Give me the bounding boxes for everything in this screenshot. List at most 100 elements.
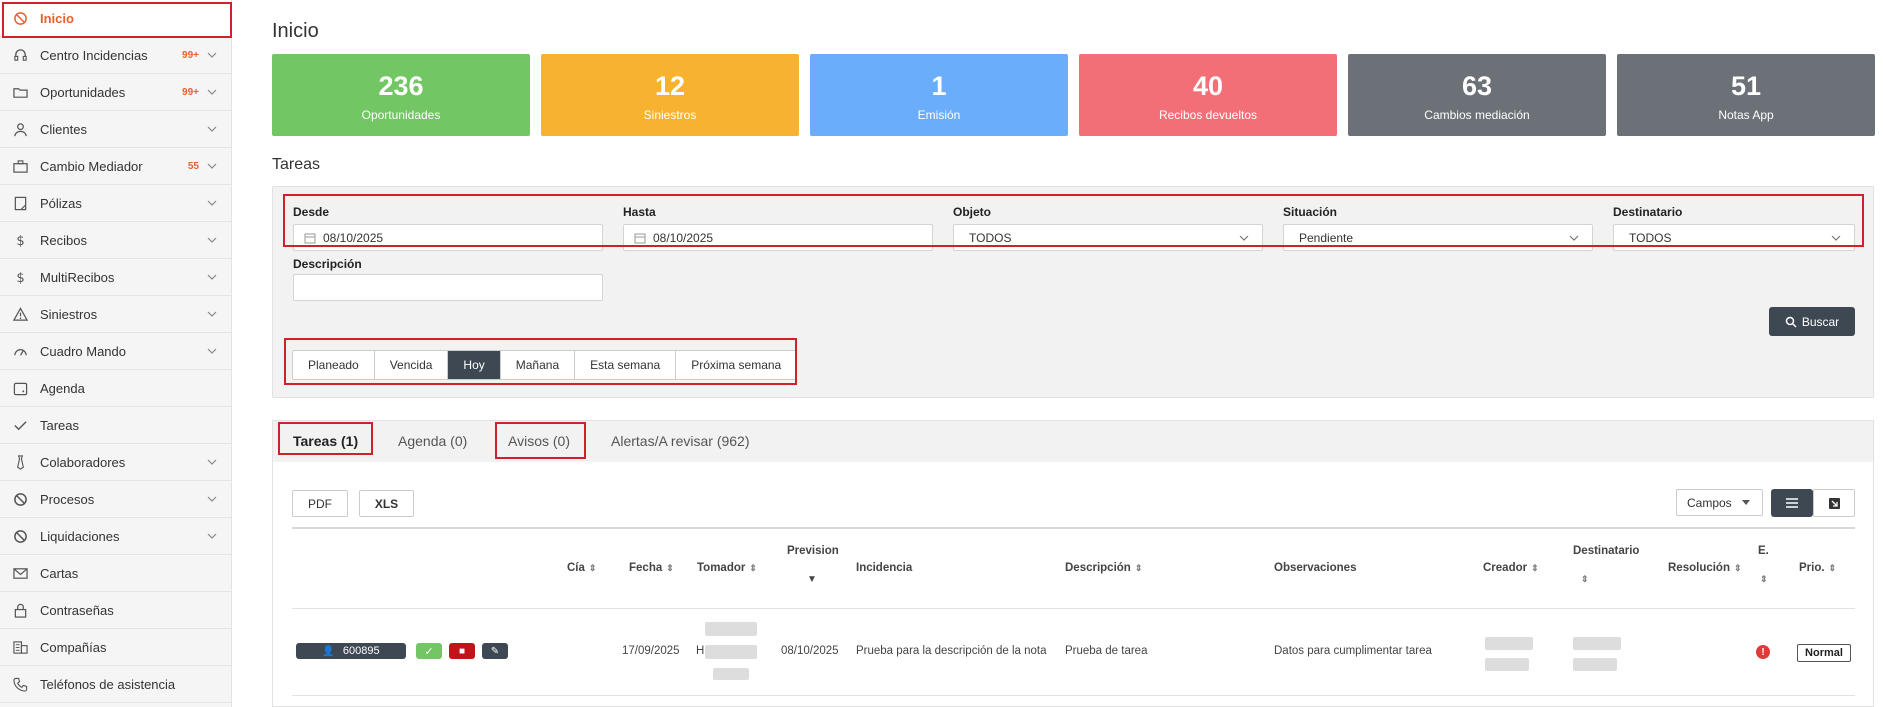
th-prevision[interactable]: Prevision <box>787 545 839 557</box>
sidebar-item-label: Cambio Mediador <box>40 158 143 174</box>
desde-date-input[interactable]: 08/10/2025 <box>293 224 603 251</box>
th-destinatario[interactable]: Destinatario <box>1573 545 1639 557</box>
descripcion-input[interactable] <box>293 274 603 301</box>
th-estado[interactable]: E. <box>1758 545 1769 557</box>
row-incidencia: Prueba para la descripción de la nota <box>856 645 1047 657</box>
sidebar-item-contrasenas[interactable]: Contraseñas <box>0 592 231 629</box>
campos-label: Campos <box>1687 495 1732 510</box>
destinatario-value: TODOS <box>1629 230 1672 245</box>
sidebar-item-label: Oportunidades <box>40 84 126 100</box>
hasta-date-input[interactable]: 08/10/2025 <box>623 224 933 251</box>
row-prevision: 08/10/2025 <box>781 645 839 657</box>
stat-card[interactable]: 63 Cambios mediación <box>1348 54 1606 136</box>
document-icon <box>12 195 28 211</box>
sidebar-item-liquidaciones[interactable]: Liquidaciones <box>0 518 231 555</box>
sidebar-item-oportunidades[interactable]: Oportunidades 99+ <box>0 74 231 111</box>
chevron-down-icon <box>205 235 219 245</box>
period-option[interactable]: Próxima semana <box>676 351 796 379</box>
stat-label: Oportunidades <box>361 108 441 122</box>
phone-icon <box>12 676 28 692</box>
redacted-tomador <box>705 622 757 636</box>
situacion-select[interactable]: Pendiente <box>1283 224 1593 251</box>
check-icon <box>12 417 28 433</box>
chevron-down-icon <box>205 161 219 171</box>
sidebar-item-label: Cuadro Mando <box>40 343 126 359</box>
campos-dropdown[interactable]: Campos <box>1676 489 1763 516</box>
edit-task-button[interactable]: ✎ <box>482 643 508 659</box>
stat-card[interactable]: 12 Siniestros <box>541 54 799 136</box>
th-fecha[interactable]: Fecha ⇕ <box>629 562 674 574</box>
tab-alertas[interactable]: Alertas/A revisar (962) <box>611 433 750 449</box>
count-badge: 99+ <box>182 49 199 61</box>
redacted-tomador <box>713 668 749 680</box>
sidebar-item-centro-incidencias[interactable]: Centro Incidencias 99+ <box>0 37 231 74</box>
period-option[interactable]: Mañana <box>501 351 576 379</box>
task-id: 600895 <box>342 645 380 657</box>
sidebar-item-label: Colaboradores <box>40 454 126 470</box>
th-incidencia[interactable]: Incidencia <box>856 562 912 574</box>
task-id-button[interactable]: 👤 600895 <box>296 643 406 659</box>
sidebar-item-companias[interactable]: Compañías <box>0 629 231 666</box>
briefcase-icon <box>12 158 28 174</box>
sidebar-item-siniestros[interactable]: Siniestros <box>0 296 231 333</box>
th-descripcion[interactable]: Descripción ⇕ <box>1065 562 1142 574</box>
sidebar-item-cuadro-mando[interactable]: Cuadro Mando <box>0 333 231 370</box>
stat-card[interactable]: 40 Recibos devueltos <box>1079 54 1337 136</box>
xls-button[interactable]: XLS <box>359 490 414 517</box>
list-view-button[interactable] <box>1771 489 1813 517</box>
sort-icon[interactable]: ⇕ <box>1581 574 1589 585</box>
tie-icon <box>12 454 28 470</box>
objeto-select[interactable]: TODOS <box>953 224 1263 251</box>
sidebar: Inicio Centro Incidencias 99+ Oportunidades… <box>0 0 232 707</box>
chevron-down-icon <box>205 494 219 504</box>
th-prioridad[interactable]: Prio. ⇕ <box>1799 562 1836 574</box>
sidebar-item-label: Compañías <box>40 639 107 655</box>
sidebar-item-colaboradores[interactable]: Colaboradores <box>0 444 231 481</box>
redacted-creador <box>1485 637 1533 650</box>
stat-card[interactable]: 1 Emisión <box>810 54 1068 136</box>
complete-task-button[interactable]: ✓ <box>416 643 442 659</box>
period-option[interactable]: Esta semana <box>575 351 677 379</box>
th-observaciones[interactable]: Observaciones <box>1274 562 1356 574</box>
stat-card[interactable]: 51 Notas App <box>1617 54 1875 136</box>
sort-icon[interactable]: ⇕ <box>1760 574 1768 585</box>
period-option[interactable]: Hoy <box>448 351 501 379</box>
th-creador[interactable]: Creador ⇕ <box>1483 562 1539 574</box>
tab-tareas[interactable]: Tareas (1) <box>293 433 358 449</box>
th-resolucion[interactable]: Resolución ⇕ <box>1668 562 1742 574</box>
sidebar-item-telefonos-de-asistencia[interactable]: Teléfonos de asistencia <box>0 666 231 703</box>
sidebar-item-polizas[interactable]: Pólizas <box>0 185 231 222</box>
sidebar-item-procesos[interactable]: Procesos <box>0 481 231 518</box>
objeto-value: TODOS <box>969 230 1012 245</box>
th-cia[interactable]: Cía ⇕ <box>567 562 596 574</box>
sidebar-item-cartas[interactable]: Cartas <box>0 555 231 592</box>
sidebar-item-multirecibos[interactable]: $ MultiRecibos <box>0 259 231 296</box>
sidebar-item-clientes[interactable]: Clientes <box>0 111 231 148</box>
situacion-label: Situación <box>1283 205 1338 219</box>
tab-agenda[interactable]: Agenda (0) <box>398 433 467 449</box>
th-tomador[interactable]: Tomador ⇕ <box>697 562 757 574</box>
stat-value: 12 <box>654 71 686 101</box>
destinatario-select[interactable]: TODOS <box>1613 224 1855 251</box>
pdf-button[interactable]: PDF <box>292 490 348 517</box>
sidebar-item-agenda[interactable]: Agenda <box>0 370 231 407</box>
period-option[interactable]: Vencida <box>375 351 449 379</box>
sidebar-item-label: Recibos <box>40 232 87 248</box>
sidebar-item-inicio[interactable]: Inicio <box>0 0 231 37</box>
row-tomador-initial: H <box>696 645 705 657</box>
sort-desc-icon[interactable]: ▼ <box>807 574 817 585</box>
export-view-button[interactable] <box>1813 489 1855 517</box>
buscar-button[interactable]: Buscar <box>1769 307 1855 336</box>
headset-icon <box>12 47 28 63</box>
sidebar-item-recibos[interactable]: $ Recibos <box>0 222 231 259</box>
period-option[interactable]: Planeado <box>293 351 375 379</box>
stat-card[interactable]: 236 Oportunidades <box>272 54 530 136</box>
sidebar-item-tareas[interactable]: Tareas <box>0 407 231 444</box>
redacted-tomador <box>705 645 757 659</box>
chevron-down-icon <box>205 272 219 282</box>
sidebar-item-cambio-mediador[interactable]: Cambio Mediador 55 <box>0 148 231 185</box>
sort-icon: ⇕ <box>1531 563 1539 573</box>
delete-task-button[interactable]: ■ <box>449 643 475 659</box>
section-title: Tareas <box>272 156 321 173</box>
tab-avisos[interactable]: Avisos (0) <box>508 433 570 449</box>
